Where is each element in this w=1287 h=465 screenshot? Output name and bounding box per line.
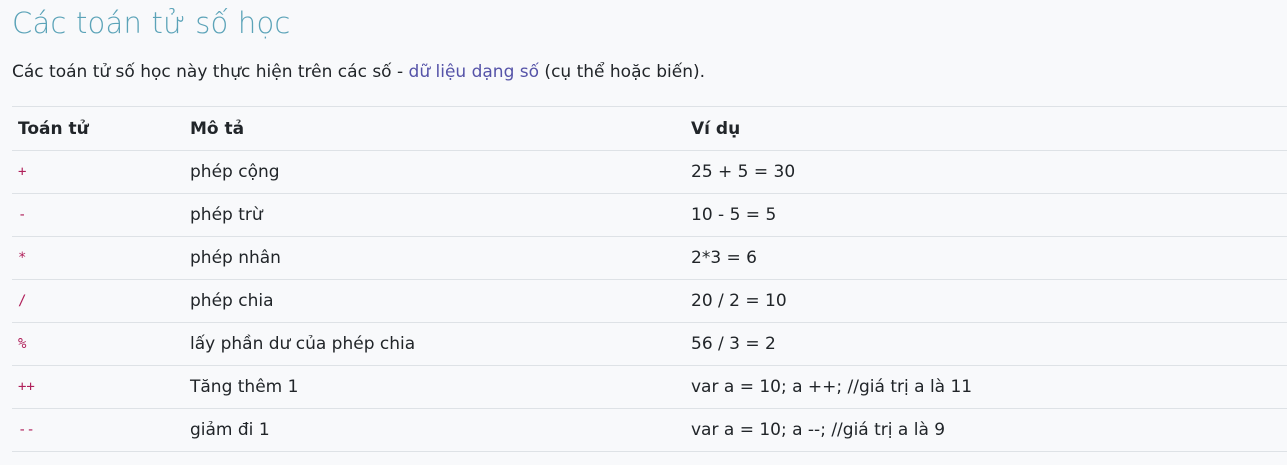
intro-paragraph: Các toán tử số học này thực hiện trên cá… [12, 60, 705, 84]
example-cell: 56 / 3 = 2 [691, 334, 776, 354]
page: Các toán tử số học Các toán tử số học nà… [0, 0, 1287, 465]
operators-table: Toán tử Mô tả Ví dụ + phép cộng 25 + 5 =… [12, 106, 1287, 452]
description-cell: lấy phần dư của phép chia [190, 334, 416, 354]
operator-cell: / [18, 280, 26, 322]
header-example: Ví dụ [691, 118, 741, 139]
operator-code: ++ [18, 379, 35, 395]
table-row: - phép trừ 10 - 5 = 5 [12, 194, 1287, 237]
operator-code: -- [18, 422, 35, 438]
description-cell: Tăng thêm 1 [190, 377, 299, 397]
table-row: * phép nhân 2*3 = 6 [12, 237, 1287, 280]
operator-code: - [18, 207, 27, 223]
operator-cell: + [18, 151, 26, 193]
header-operator: Toán tử [18, 118, 89, 139]
operator-cell: - [18, 194, 26, 236]
table-row: ++ Tăng thêm 1 var a = 10; a ++; //giá t… [12, 366, 1287, 409]
operator-cell: ++ [18, 366, 35, 408]
example-cell: 2*3 = 6 [691, 248, 757, 268]
example-cell: var a = 10; a ++; //giá trị a là 11 [691, 377, 973, 397]
operator-cell: -- [18, 409, 35, 451]
example-cell: 20 / 2 = 10 [691, 291, 787, 311]
description-cell: giảm đi 1 [190, 420, 270, 440]
operator-cell: % [18, 323, 26, 365]
example-cell: 10 - 5 = 5 [691, 205, 777, 225]
table-row: + phép cộng 25 + 5 = 30 [12, 151, 1287, 194]
operator-code: % [18, 336, 27, 352]
description-cell: phép trừ [190, 205, 263, 225]
page-title: Các toán tử số học [12, 6, 291, 40]
operator-code: + [18, 164, 27, 180]
operator-code: * [18, 250, 27, 266]
table-row: / phép chia 20 / 2 = 10 [12, 280, 1287, 323]
table-row: % lấy phần dư của phép chia 56 / 3 = 2 [12, 323, 1287, 366]
description-cell: phép nhân [190, 248, 281, 268]
description-cell: phép chia [190, 291, 274, 311]
intro-text-before: Các toán tử số học này thực hiện trên cá… [12, 62, 409, 82]
operator-code: / [18, 293, 27, 309]
table-header-row: Toán tử Mô tả Ví dụ [12, 107, 1287, 151]
intro-text-after: (cụ thể hoặc biến). [539, 62, 706, 82]
operator-cell: * [18, 237, 26, 279]
description-cell: phép cộng [190, 162, 280, 182]
header-description: Mô tả [190, 118, 245, 139]
numeric-data-link[interactable]: dữ liệu dạng số [409, 62, 540, 82]
example-cell: 25 + 5 = 30 [691, 162, 796, 182]
example-cell: var a = 10; a --; //giá trị a là 9 [691, 420, 946, 440]
table-row: -- giảm đi 1 var a = 10; a --; //giá trị… [12, 409, 1287, 452]
